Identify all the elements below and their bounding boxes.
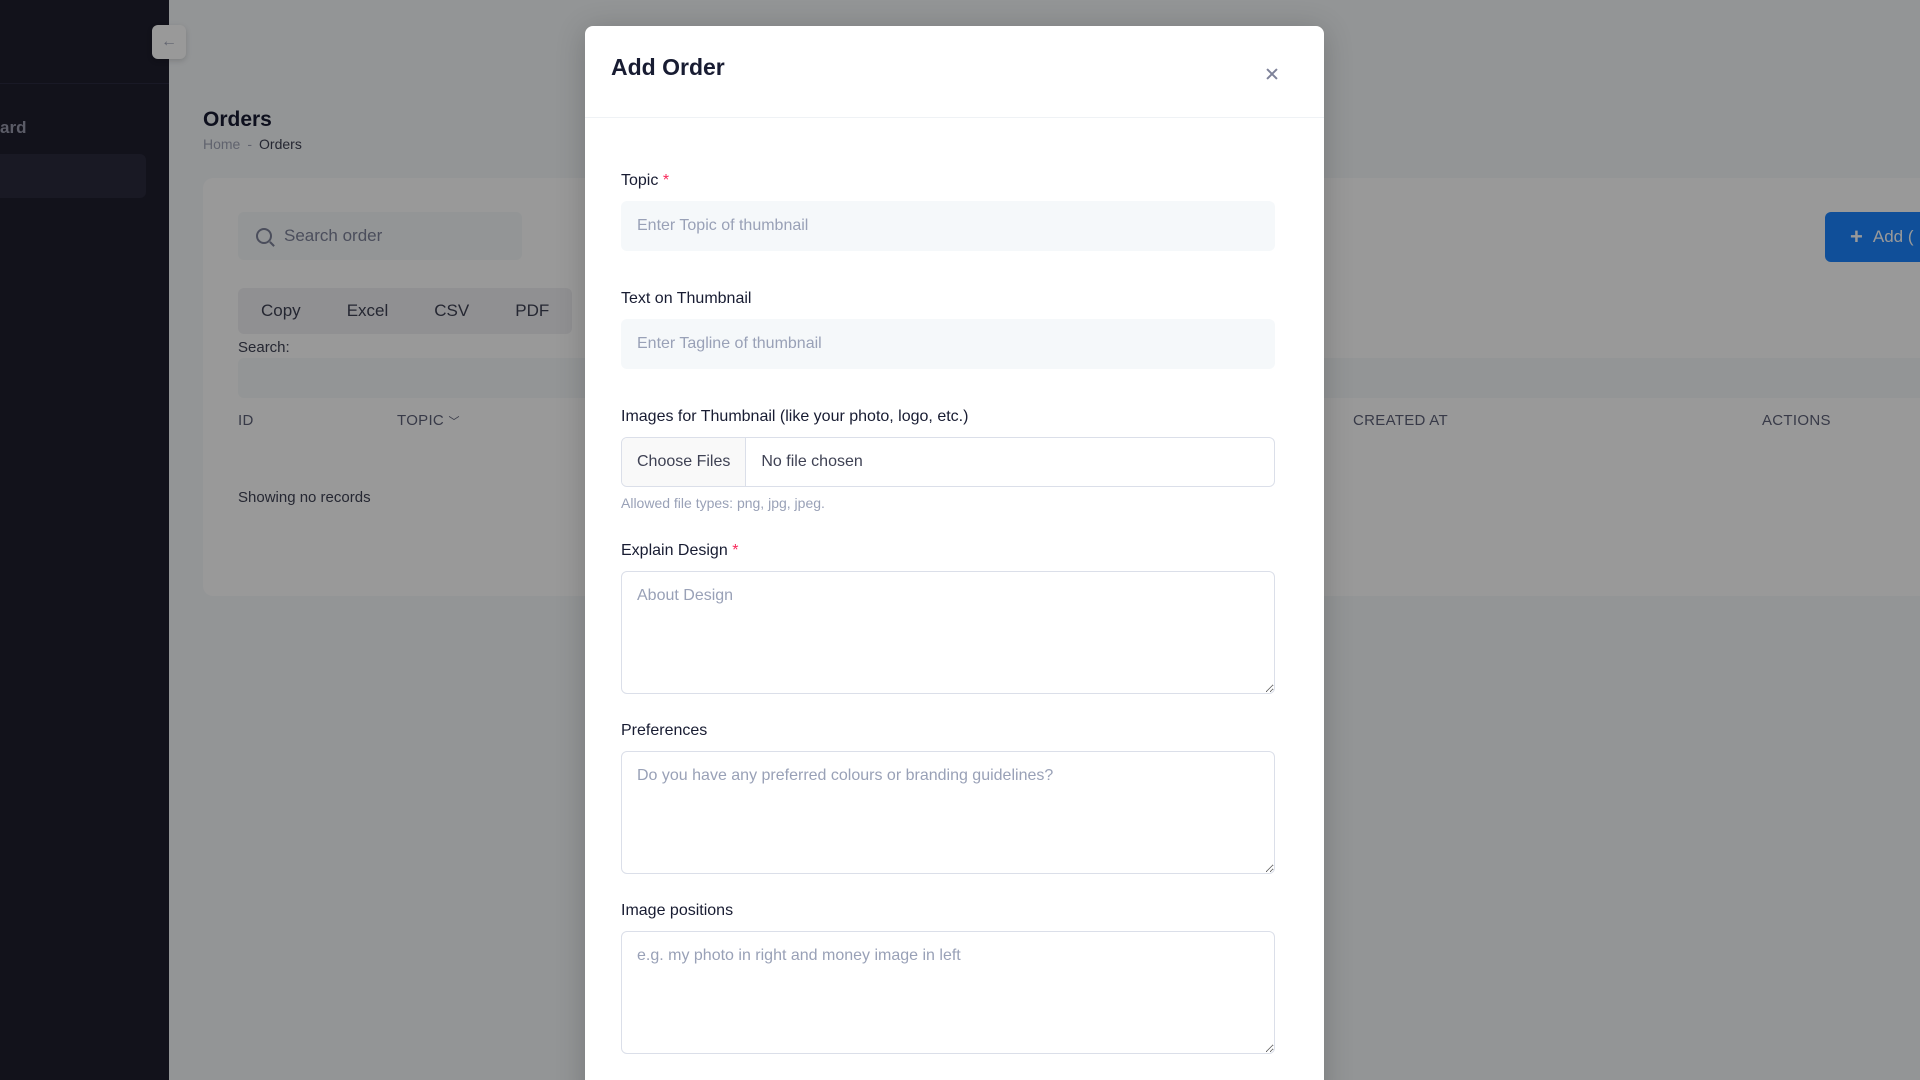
topic-label-text: Topic <box>621 172 659 189</box>
close-icon[interactable] <box>1261 62 1285 86</box>
explain-design-label-text: Explain Design <box>621 542 728 559</box>
images-help-text: Allowed file types: png, jpg, jpeg. <box>621 495 825 511</box>
preferences-label: Preferences <box>621 722 708 739</box>
topic-input[interactable] <box>621 201 1275 251</box>
images-label: Images for Thumbnail (like your photo, l… <box>621 408 969 425</box>
explain-design-label: Explain Design * <box>621 542 738 560</box>
text-on-thumbnail-input[interactable] <box>621 319 1275 369</box>
modal-header: Add Order <box>585 26 1324 118</box>
preferences-textarea[interactable] <box>621 751 1275 874</box>
required-marker: * <box>662 172 670 189</box>
image-positions-textarea[interactable] <box>621 931 1275 1054</box>
topic-label: Topic * <box>621 172 669 190</box>
text-on-thumbnail-label: Text on Thumbnail <box>621 290 752 307</box>
app-root: ard ← Orders Home - Orders + Add ( Copy … <box>0 0 1920 1080</box>
modal-title: Add Order <box>611 54 725 80</box>
explain-design-textarea[interactable] <box>621 571 1275 694</box>
file-status-text: No file chosen <box>761 453 863 470</box>
choose-files-button[interactable]: Choose Files <box>622 438 747 486</box>
image-positions-label: Image positions <box>621 902 734 919</box>
required-marker: * <box>732 542 739 559</box>
images-file-input[interactable]: Choose Files No file chosen <box>621 437 1275 487</box>
add-order-modal: Add Order Topic * Text on Thumbnail Imag… <box>585 26 1324 1080</box>
